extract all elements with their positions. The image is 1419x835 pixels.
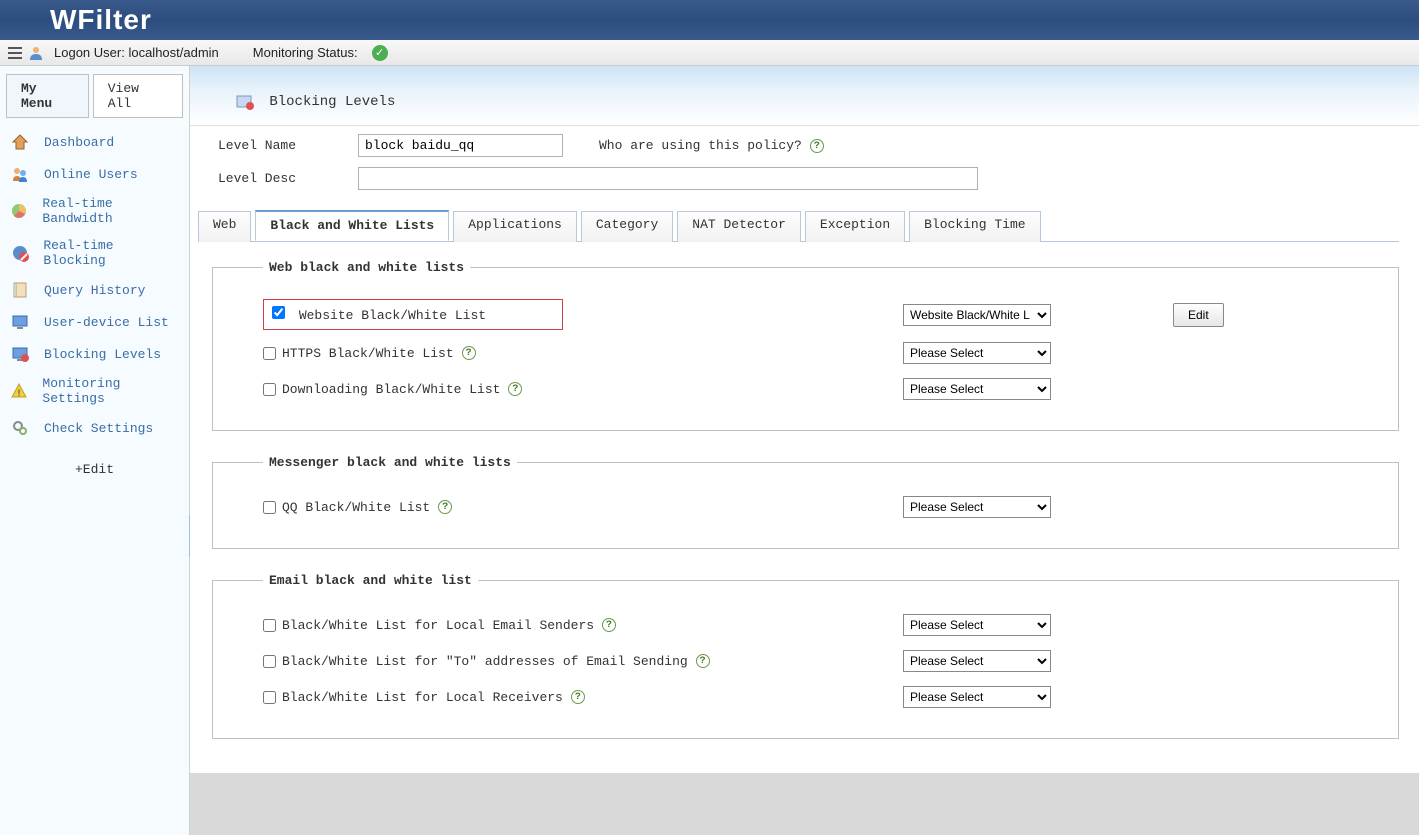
web-lists-legend: Web black and white lists — [263, 260, 470, 275]
website-bw-label: Website Black/White List — [299, 308, 486, 323]
email-lists-fieldset: Email black and white list Black/White L… — [212, 573, 1399, 739]
page-title: Blocking Levels — [269, 94, 395, 110]
sidebar-item-bandwidth[interactable]: Real-time Bandwidth — [0, 190, 189, 232]
qq-bw-checkbox[interactable] — [263, 501, 276, 514]
download-bw-label: Downloading Black/White List — [282, 382, 500, 397]
edit-button[interactable]: Edit — [1173, 303, 1224, 327]
globe-block-icon — [10, 243, 29, 263]
sidebar-item-blocking[interactable]: Real-time Blocking — [0, 232, 189, 274]
help-icon[interactable]: ? — [438, 500, 452, 514]
users-icon — [10, 164, 30, 184]
qq-bw-label: QQ Black/White List — [282, 500, 430, 515]
sidebar-item-label: Query History — [44, 283, 145, 298]
warning-icon: ! — [10, 381, 28, 401]
local-senders-select[interactable]: Please Select — [903, 614, 1051, 636]
sidebar-item-label: Monitoring Settings — [42, 376, 179, 406]
local-receivers-checkbox[interactable] — [263, 691, 276, 704]
hamburger-icon[interactable] — [8, 47, 22, 59]
monitor-alert-icon — [10, 344, 30, 364]
tab-nat-detector[interactable]: NAT Detector — [677, 211, 801, 242]
local-receivers-label: Black/White List for Local Receivers — [282, 690, 563, 705]
footer-area — [190, 773, 1419, 835]
help-icon[interactable]: ? — [571, 690, 585, 704]
level-desc-label: Level Desc — [218, 171, 358, 186]
app-logo: WFilter — [50, 4, 152, 36]
monitor-icon — [10, 312, 30, 332]
help-icon[interactable]: ? — [696, 654, 710, 668]
https-bw-checkbox[interactable] — [263, 347, 276, 360]
sidebar-item-label: Online Users — [44, 167, 138, 182]
tab-applications[interactable]: Applications — [453, 211, 577, 242]
tab-bar: Web Black and White Lists Applications C… — [198, 210, 1399, 242]
to-addresses-label: Black/White List for "To" addresses of E… — [282, 654, 688, 669]
monitoring-status-label: Monitoring Status: — [253, 45, 358, 60]
to-addresses-select[interactable]: Please Select — [903, 650, 1051, 672]
sidebar-item-blocking-levels[interactable]: Blocking Levels — [0, 338, 189, 370]
help-icon[interactable]: ? — [810, 139, 824, 153]
sidebar-tab-view-all[interactable]: View All — [93, 74, 183, 118]
web-lists-fieldset: Web black and white lists Website Black/… — [212, 260, 1399, 431]
sidebar-tab-my-menu[interactable]: My Menu — [6, 74, 89, 118]
policy-question-label: Who are using this policy? — [599, 138, 802, 153]
sidebar-item-label: Check Settings — [44, 421, 153, 436]
main-content: Blocking Levels Level Name Who are using… — [190, 66, 1419, 835]
tab-blocking-time[interactable]: Blocking Time — [909, 211, 1040, 242]
sidebar-item-label: Dashboard — [44, 135, 114, 150]
email-lists-legend: Email black and white list — [263, 573, 478, 588]
website-bw-highlighted: Website Black/White List — [263, 299, 563, 330]
sidebar-item-label: Real-time Bandwidth — [42, 196, 179, 226]
sidebar-item-user-device[interactable]: User-device List — [0, 306, 189, 338]
sidebar-item-label: Real-time Blocking — [43, 238, 179, 268]
messenger-lists-legend: Messenger black and white lists — [263, 455, 517, 470]
tab-black-white-lists[interactable]: Black and White Lists — [255, 210, 449, 241]
app-header: WFilter — [0, 0, 1419, 40]
qq-bw-select[interactable]: Please Select — [903, 496, 1051, 518]
level-name-label: Level Name — [218, 138, 358, 153]
website-bw-checkbox[interactable] — [272, 306, 285, 319]
page-icon — [236, 94, 254, 110]
tab-exception[interactable]: Exception — [805, 211, 905, 242]
local-senders-checkbox[interactable] — [263, 619, 276, 632]
to-addresses-checkbox[interactable] — [263, 655, 276, 668]
help-icon[interactable]: ? — [602, 618, 616, 632]
https-bw-label: HTTPS Black/White List — [282, 346, 454, 361]
sidebar-item-check-settings[interactable]: Check Settings — [0, 412, 189, 444]
tab-web[interactable]: Web — [198, 211, 251, 242]
https-bw-select[interactable]: Please Select — [903, 342, 1051, 364]
tab-category[interactable]: Category — [581, 211, 673, 242]
user-icon — [28, 45, 44, 61]
local-receivers-select[interactable]: Please Select — [903, 686, 1051, 708]
sidebar-item-online-users[interactable]: Online Users — [0, 158, 189, 190]
help-icon[interactable]: ? — [508, 382, 522, 396]
local-senders-label: Black/White List for Local Email Senders — [282, 618, 594, 633]
pie-chart-icon — [10, 201, 28, 221]
login-user-label: Logon User: localhost/admin — [54, 45, 219, 60]
gears-icon — [10, 418, 30, 438]
status-ok-icon: ✓ — [372, 45, 388, 61]
house-icon — [10, 132, 30, 152]
svg-text:!: ! — [16, 389, 22, 400]
toolbar: Logon User: localhost/admin Monitoring S… — [0, 40, 1419, 66]
sidebar-item-query-history[interactable]: Query History — [0, 274, 189, 306]
level-name-input[interactable] — [358, 134, 563, 157]
sidebar: My Menu View All Dashboard Online Users … — [0, 66, 190, 835]
sidebar-item-label: Blocking Levels — [44, 347, 161, 362]
document-icon — [10, 280, 30, 300]
level-desc-input[interactable] — [358, 167, 978, 190]
messenger-lists-fieldset: Messenger black and white lists QQ Black… — [212, 455, 1399, 549]
download-bw-select[interactable]: Please Select — [903, 378, 1051, 400]
sidebar-edit-link[interactable]: +Edit — [0, 446, 189, 493]
help-icon[interactable]: ? — [462, 346, 476, 360]
website-bw-select[interactable]: Website Black/White L — [903, 304, 1051, 326]
download-bw-checkbox[interactable] — [263, 383, 276, 396]
sidebar-item-dashboard[interactable]: Dashboard — [0, 126, 189, 158]
sidebar-item-monitoring-settings[interactable]: ! Monitoring Settings — [0, 370, 189, 412]
sidebar-item-label: User-device List — [44, 315, 169, 330]
